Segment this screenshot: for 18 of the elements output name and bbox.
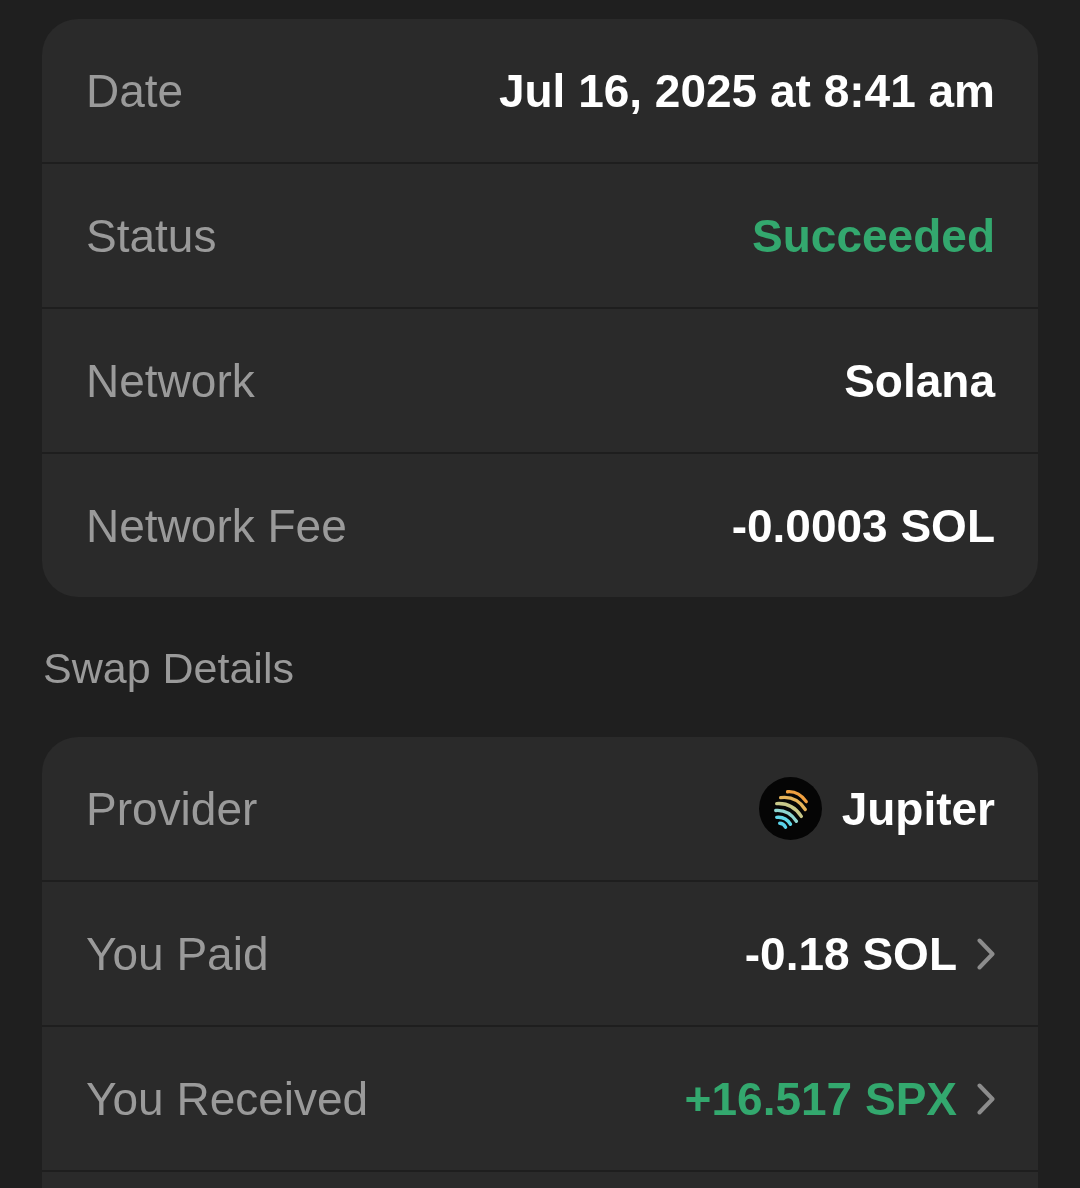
row-label: Network Fee bbox=[86, 498, 347, 553]
striped-globe-icon bbox=[758, 777, 822, 840]
chevron-right-icon[interactable] bbox=[977, 1082, 995, 1115]
row-label: Date bbox=[86, 63, 184, 118]
row-value: Succeeded bbox=[752, 208, 995, 263]
row-value: Solana bbox=[844, 353, 995, 408]
row-value: Jul 16, 2025 at 8:41 am bbox=[498, 63, 995, 118]
amount-value: +16.517 SPX bbox=[684, 1071, 957, 1126]
row-label: Network bbox=[86, 353, 255, 408]
amount-value: -0.18 SOL bbox=[744, 926, 957, 981]
row-label: Provider bbox=[86, 781, 258, 836]
row-label: Status bbox=[86, 208, 217, 263]
section-heading: Swap Details bbox=[42, 643, 294, 694]
row-label: You Received bbox=[86, 1071, 369, 1126]
provider-name: Jupiter bbox=[841, 781, 995, 836]
chevron-right-icon[interactable] bbox=[977, 937, 995, 970]
row-label: You Paid bbox=[86, 926, 269, 981]
row-value: -0.0003 SOL bbox=[731, 498, 995, 553]
